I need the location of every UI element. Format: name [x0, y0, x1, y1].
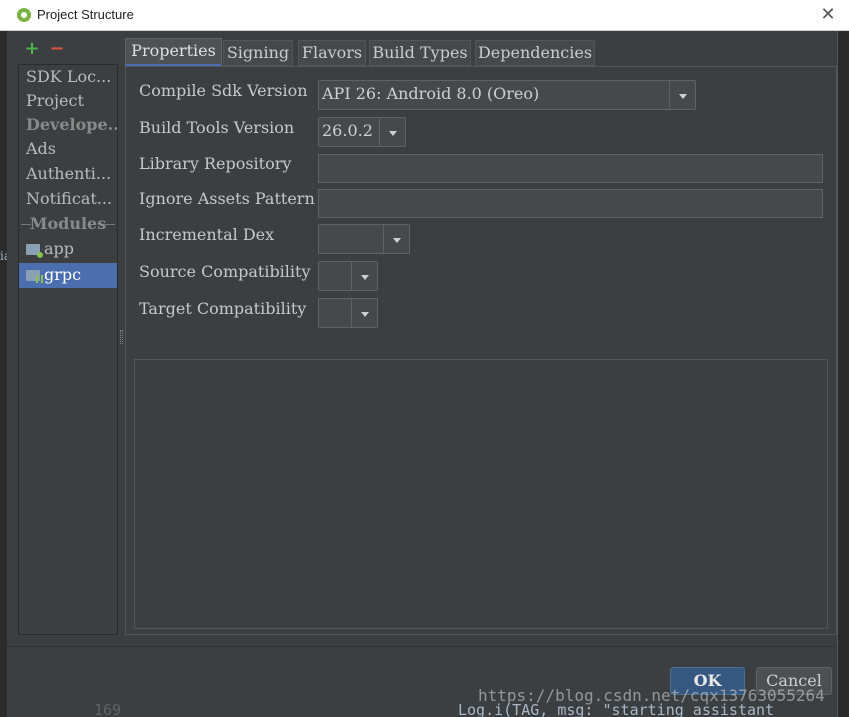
tab-build-types[interactable]: Build Types — [369, 40, 471, 66]
library-repository-field[interactable] — [318, 154, 823, 183]
window-edge — [837, 31, 849, 717]
ignore-assets-field[interactable] — [318, 189, 823, 218]
source-compatibility-label: Source Compatibility — [139, 262, 311, 281]
details-panel — [134, 359, 828, 629]
source-compatibility-dropdown[interactable] — [318, 261, 378, 291]
sidebar: SDK Loc... Project Develope... Ads Authe… — [18, 64, 118, 635]
close-button[interactable]: ✕ — [817, 4, 839, 26]
incremental-dex-dropdown[interactable] — [318, 224, 410, 254]
target-compatibility-label: Target Compatibility — [139, 299, 307, 318]
sidebar-item-ads[interactable]: Ads — [19, 137, 117, 162]
incremental-dex-label: Incremental Dex — [139, 225, 275, 244]
divider — [7, 646, 837, 647]
library-repository-label: Library Repository — [139, 154, 292, 173]
remove-module-button[interactable]: − — [48, 38, 66, 60]
sidebar-item-sdk-location[interactable]: SDK Loc... — [19, 65, 117, 90]
build-tools-value: 26.0.2 — [322, 121, 373, 140]
title-bar: Project Structure ✕ — [0, 0, 849, 31]
watermark: https://blog.csdn.net/cqx13763055264 — [478, 686, 825, 705]
tab-properties[interactable]: Properties — [125, 38, 222, 66]
window-title: Project Structure — [37, 7, 134, 22]
tab-dependencies[interactable]: Dependencies — [475, 40, 595, 66]
chevron-down-icon — [669, 81, 695, 109]
chevron-down-icon — [351, 262, 377, 290]
library-module-icon — [26, 270, 43, 283]
sidebar-item-label: app — [44, 239, 75, 258]
target-compatibility-dropdown[interactable] — [318, 298, 378, 328]
sidebar-header-modules: Modules — [19, 212, 117, 237]
sidebar-item-app[interactable]: app — [19, 237, 117, 262]
build-tools-label: Build Tools Version — [139, 118, 295, 137]
tab-flavors[interactable]: Flavors — [298, 40, 366, 66]
background-editor-edge: ia — [0, 31, 11, 717]
compile-sdk-dropdown[interactable]: API 26: Android 8.0 (Oreo) — [318, 80, 696, 110]
android-studio-icon — [17, 8, 31, 22]
chevron-down-icon — [351, 299, 377, 327]
compile-sdk-value: API 26: Android 8.0 (Oreo) — [322, 84, 540, 103]
module-folder-icon — [26, 244, 43, 258]
compile-sdk-label: Compile Sdk Version — [139, 81, 308, 100]
sidebar-item-authentication[interactable]: Authenti... — [19, 162, 117, 187]
sidebar-header-developer-services: Develope... — [26, 115, 117, 134]
sidebar-item-label: grpc — [44, 265, 82, 284]
sidebar-item-grpc[interactable]: grpc — [19, 263, 117, 288]
splitter-handle[interactable] — [120, 330, 123, 344]
build-tools-dropdown[interactable]: 26.0.2 — [318, 117, 406, 147]
chevron-down-icon — [383, 225, 409, 253]
sidebar-item-project[interactable]: Project — [19, 89, 117, 114]
add-module-button[interactable]: + — [23, 38, 41, 60]
tab-signing[interactable]: Signing — [223, 40, 293, 66]
chevron-down-icon — [379, 118, 405, 146]
ignore-assets-label: Ignore Assets Pattern — [139, 189, 315, 208]
sidebar-item-notifications[interactable]: Notificat... — [19, 187, 117, 212]
line-number: 169 — [94, 701, 122, 717]
